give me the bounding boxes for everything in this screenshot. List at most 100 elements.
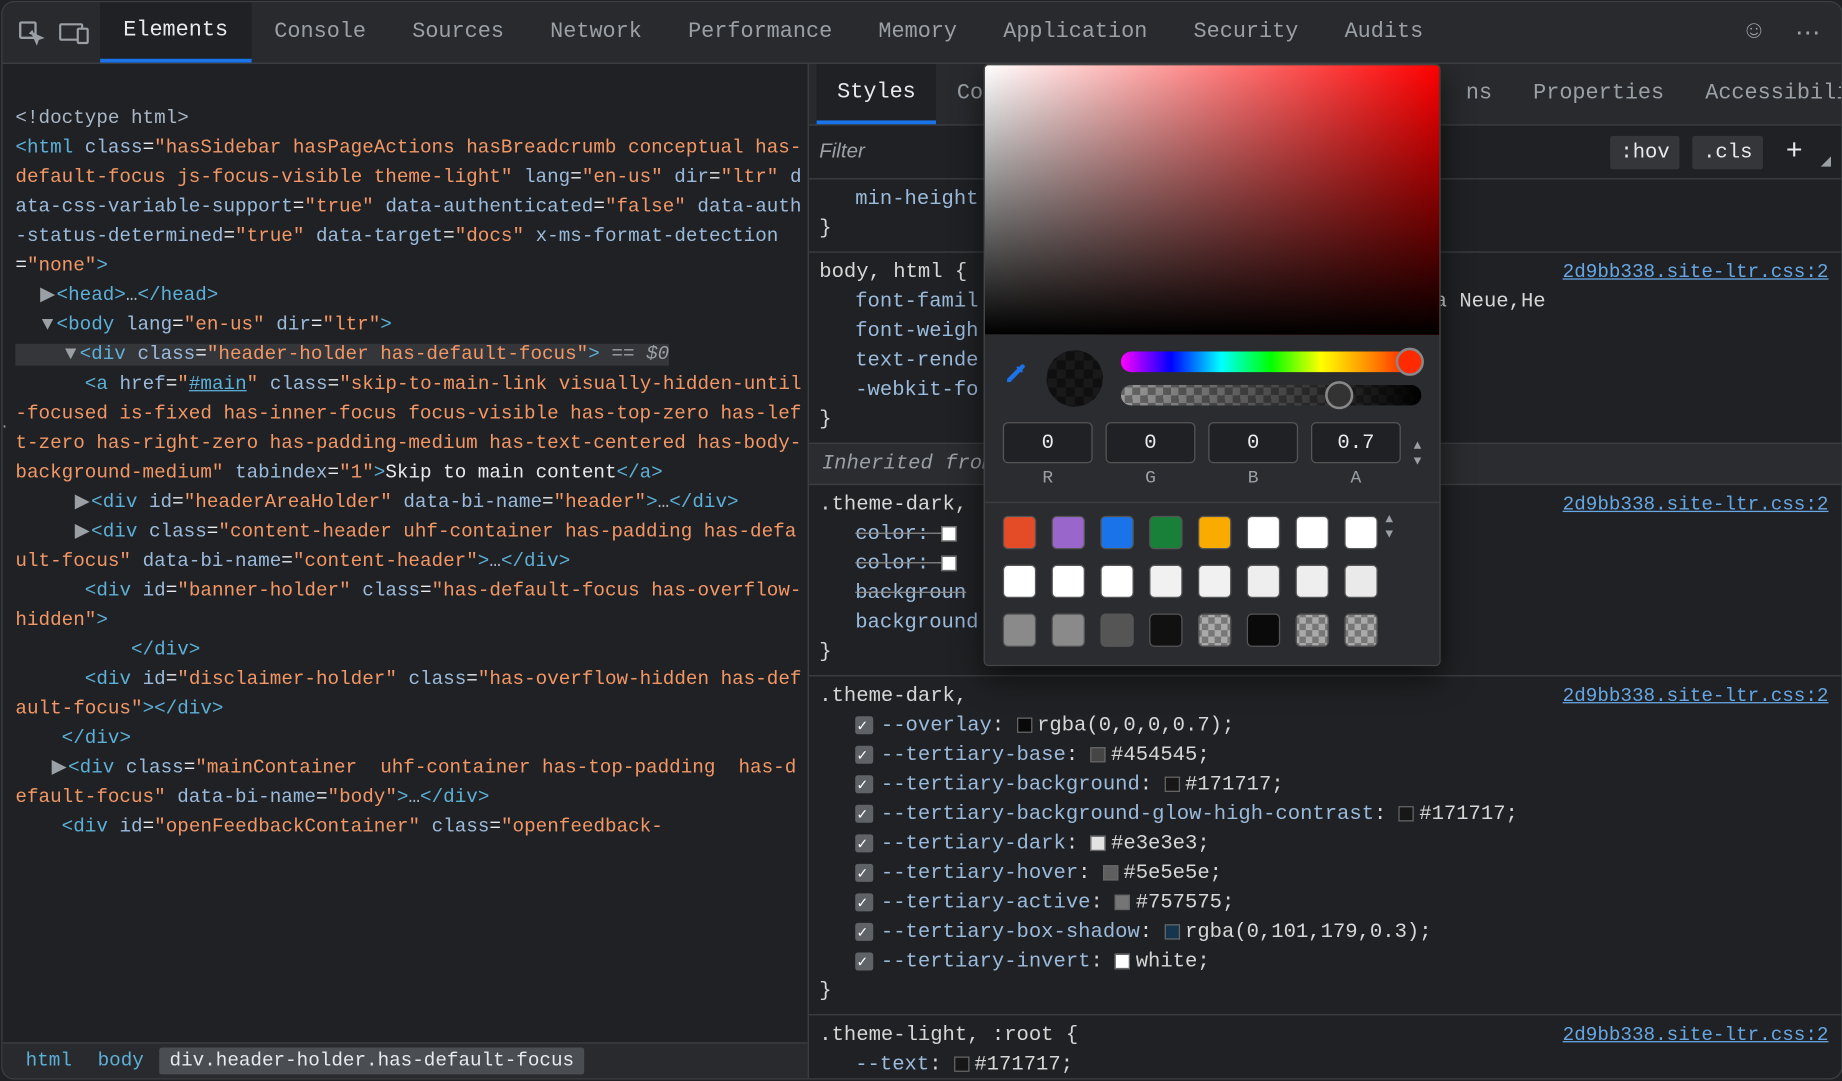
- expand-triangle-icon[interactable]: ▶: [73, 517, 91, 547]
- css-prop[interactable]: font-weigh: [855, 319, 978, 342]
- a-input[interactable]: [1311, 422, 1401, 463]
- color-swatch-icon[interactable]: [941, 555, 956, 570]
- color-swatch-icon[interactable]: [1090, 747, 1105, 762]
- saturation-value-area[interactable]: [985, 65, 1440, 335]
- palette-swatch[interactable]: [1003, 613, 1036, 646]
- css-prop[interactable]: --tertiary-invert: [881, 950, 1091, 973]
- r-input[interactable]: [1003, 422, 1093, 463]
- palette-swatch[interactable]: [1344, 565, 1377, 598]
- palette-swatch[interactable]: [1052, 516, 1085, 549]
- tab-security[interactable]: Security: [1170, 2, 1321, 62]
- palette-swatch[interactable]: [1344, 516, 1377, 549]
- palette-swatch[interactable]: [1296, 516, 1329, 549]
- palette-swatch[interactable]: [1100, 613, 1133, 646]
- eyedropper-icon[interactable]: [1003, 361, 1029, 396]
- source-link[interactable]: 2d9bb338.site-ltr.css:2: [1563, 490, 1829, 520]
- palette-swatch[interactable]: [1198, 565, 1231, 598]
- tab-console[interactable]: Console: [251, 2, 389, 62]
- css-value[interactable]: #454545: [1111, 743, 1197, 766]
- subtab-accessibility[interactable]: Accessibility: [1685, 64, 1842, 124]
- inspect-element-icon[interactable]: [13, 14, 49, 50]
- more-actions-icon[interactable]: [1821, 156, 1831, 166]
- palette-swatch[interactable]: [1149, 516, 1182, 549]
- color-swatch-icon[interactable]: [941, 526, 956, 541]
- css-value[interactable]: #5e5e5e: [1123, 861, 1209, 884]
- toggle-check-icon[interactable]: [855, 952, 873, 970]
- palette-swatch[interactable]: [1052, 565, 1085, 598]
- css-prop[interactable]: font-famil: [855, 290, 978, 313]
- palette-swatch[interactable]: [1247, 516, 1280, 549]
- expand-triangle-icon[interactable]: ▶: [39, 281, 57, 311]
- color-picker[interactable]: R G B A ▲▼ ▲▼: [984, 64, 1441, 666]
- css-value[interactable]: #171717: [1419, 802, 1505, 825]
- tab-network[interactable]: Network: [527, 2, 665, 62]
- css-value[interactable]: #171717: [1185, 773, 1271, 796]
- toggle-check-icon[interactable]: [855, 745, 873, 763]
- tab-memory[interactable]: Memory: [855, 2, 980, 62]
- tab-audits[interactable]: Audits: [1321, 2, 1446, 62]
- palette-swatch[interactable]: [1296, 613, 1329, 646]
- color-swatch-icon[interactable]: [1164, 776, 1179, 791]
- css-value[interactable]: #171717: [974, 1053, 1060, 1076]
- palette-swatch[interactable]: [1198, 613, 1231, 646]
- css-prop[interactable]: --tertiary-hover: [881, 861, 1078, 884]
- palette-switch-icon[interactable]: ▲▼: [1385, 516, 1393, 542]
- dom-doctype[interactable]: <!doctype html>: [15, 108, 188, 130]
- source-link[interactable]: 2d9bb338.site-ltr.css:2: [1563, 682, 1829, 712]
- css-selector[interactable]: .theme-dark,: [819, 493, 967, 516]
- collapse-triangle-icon[interactable]: ▼: [39, 310, 57, 340]
- hue-slider[interactable]: [1121, 352, 1421, 373]
- palette-swatch[interactable]: [1003, 516, 1036, 549]
- css-prop[interactable]: --tertiary-background: [881, 773, 1140, 796]
- subtab-properties[interactable]: Properties: [1513, 64, 1685, 124]
- color-swatch-icon[interactable]: [954, 1056, 969, 1071]
- alpha-slider[interactable]: [1121, 385, 1421, 406]
- tab-sources[interactable]: Sources: [389, 2, 527, 62]
- toggle-check-icon[interactable]: [855, 834, 873, 852]
- toggle-check-icon[interactable]: [855, 804, 873, 822]
- cls-toggle[interactable]: .cls: [1693, 135, 1763, 168]
- palette-swatch[interactable]: [1149, 565, 1182, 598]
- palette-swatch[interactable]: [1247, 565, 1280, 598]
- rule-block[interactable]: 2d9bb338.site-ltr.css:2 .theme-light, :r…: [809, 1015, 1841, 1078]
- g-input[interactable]: [1106, 422, 1196, 463]
- color-swatch-icon[interactable]: [1399, 806, 1414, 821]
- alpha-thumb-icon[interactable]: [1325, 381, 1353, 409]
- toggle-check-icon[interactable]: [855, 923, 873, 941]
- css-prop[interactable]: --text: [855, 1053, 929, 1076]
- css-prop[interactable]: --tertiary-box-shadow: [881, 920, 1140, 943]
- css-prop[interactable]: backgroun: [855, 581, 966, 604]
- css-value[interactable]: white: [1136, 950, 1198, 973]
- subtab-styles[interactable]: Styles: [817, 64, 937, 124]
- color-swatch-icon[interactable]: [1115, 894, 1130, 909]
- color-swatch-icon[interactable]: [1103, 865, 1118, 880]
- color-swatch-icon[interactable]: [1090, 835, 1105, 850]
- palette-swatch[interactable]: [1149, 613, 1182, 646]
- hov-toggle[interactable]: :hov: [1610, 135, 1680, 168]
- toggle-check-icon[interactable]: [855, 775, 873, 793]
- color-swatch-icon[interactable]: [1115, 953, 1130, 968]
- dom-tree[interactable]: <!doctype html> <html class="hasSidebar …: [3, 64, 808, 1042]
- palette-swatch[interactable]: [1100, 565, 1133, 598]
- css-value[interactable]: #757575: [1136, 891, 1222, 914]
- format-switch-icon[interactable]: ▲▼: [1414, 443, 1422, 469]
- css-value[interactable]: rgba(0,0,0,0.7): [1037, 714, 1222, 737]
- css-prop[interactable]: --tertiary-dark: [881, 832, 1066, 855]
- color-swatch-icon[interactable]: [1016, 717, 1031, 732]
- css-prop[interactable]: min-height: [855, 187, 978, 210]
- css-prop[interactable]: color:: [855, 552, 929, 575]
- css-value[interactable]: rgba(0,101,179,0.3): [1185, 920, 1419, 943]
- css-prop[interactable]: color:: [855, 522, 929, 545]
- rule-block[interactable]: 2d9bb338.site-ltr.css:2 .theme-dark, --o…: [809, 676, 1841, 1015]
- tab-performance[interactable]: Performance: [665, 2, 855, 62]
- palette-swatch[interactable]: [1198, 516, 1231, 549]
- subtab-layout-suffix[interactable]: ns: [1466, 64, 1513, 124]
- device-toggle-icon[interactable]: [56, 14, 92, 50]
- palette-swatch[interactable]: [1052, 613, 1085, 646]
- toggle-check-icon[interactable]: [855, 864, 873, 882]
- source-link[interactable]: 2d9bb338.site-ltr.css:2: [1563, 1020, 1829, 1050]
- css-prop[interactable]: --tertiary-background-glow-high-contrast: [881, 802, 1374, 825]
- tab-application[interactable]: Application: [980, 2, 1170, 62]
- palette-swatch[interactable]: [1344, 613, 1377, 646]
- color-swatch-icon[interactable]: [1164, 924, 1179, 939]
